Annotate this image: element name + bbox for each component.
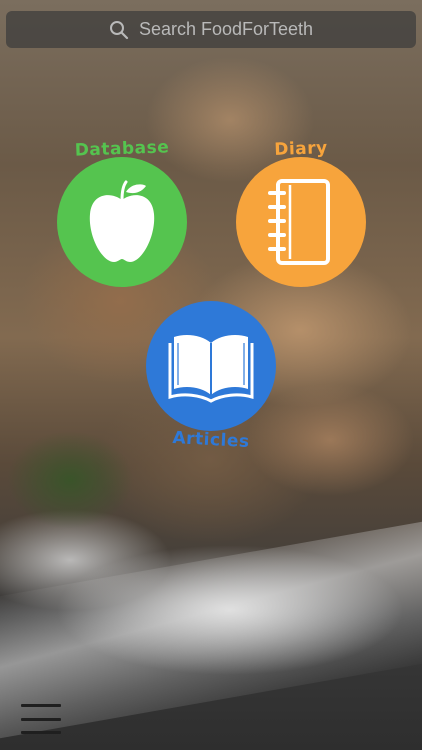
- notebook-icon: [268, 179, 330, 265]
- database-button[interactable]: [57, 157, 187, 287]
- menu-line: [21, 731, 61, 734]
- diary-button[interactable]: [236, 157, 366, 287]
- articles-button[interactable]: [146, 301, 276, 431]
- home-screen: Search FoodForTeeth Database Diary Artic…: [0, 0, 422, 750]
- hamburger-menu-icon[interactable]: [21, 704, 61, 734]
- search-bar[interactable]: Search FoodForTeeth: [6, 11, 416, 48]
- menu-line: [21, 704, 61, 707]
- menu-line: [21, 717, 61, 721]
- database-tile[interactable]: Database: [57, 137, 187, 287]
- search-icon: [109, 20, 129, 39]
- articles-tile[interactable]: Articles: [146, 301, 276, 452]
- apple-icon: [89, 180, 155, 262]
- search-placeholder: Search FoodForTeeth: [138, 19, 314, 39]
- diary-tile[interactable]: Diary: [236, 138, 366, 287]
- open-book-icon: [168, 335, 254, 403]
